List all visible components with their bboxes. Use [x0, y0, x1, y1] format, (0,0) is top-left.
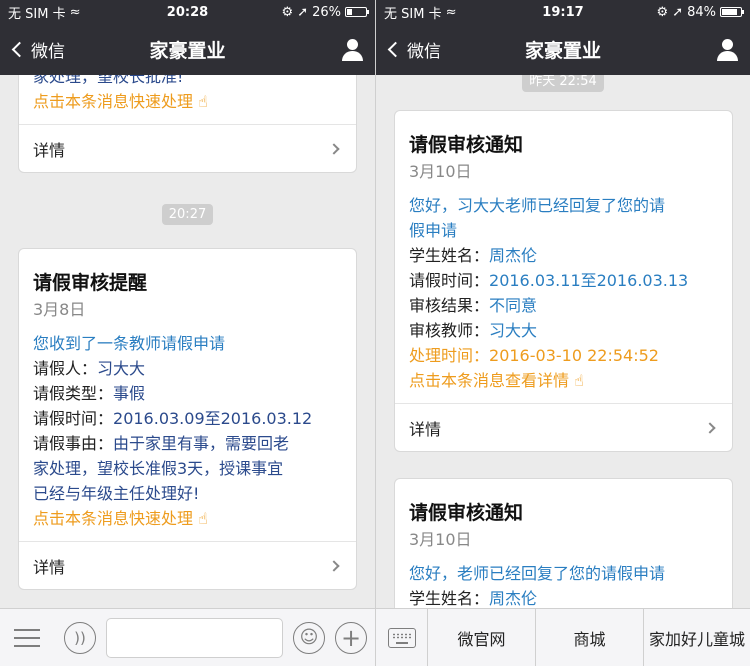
right-screen: 无 SIM 卡 ≈ 19:17 ⚙ ➚ 84% 微信 家豪置业 昨天 22:54… — [375, 0, 750, 666]
menu-item-micro-site[interactable]: 微官网 — [428, 609, 536, 666]
card-title: 请假审核通知 — [409, 134, 524, 156]
applicant-row: 请假人：习大大 — [33, 359, 146, 378]
menu-toggle-icon[interactable] — [14, 628, 40, 647]
reason-line-3: 已经与年级主任处理好! — [33, 484, 200, 503]
type-row: 请假类型：事假 — [33, 384, 146, 403]
chevron-right-icon — [328, 142, 340, 155]
keyboard-toggle[interactable] — [376, 609, 428, 666]
menu-item-shop[interactable]: 商城 — [536, 609, 644, 666]
reason-line-2: 家处理，望校长准假3天，授课事宜 — [33, 459, 284, 478]
location-icon: ➚ — [672, 4, 684, 20]
left-screen: 无 SIM 卡 ≈ 20:28 ⚙ ➚ 26% 微信 家豪置业 家处理，望校长批… — [0, 0, 375, 666]
nav-bar: 微信 家豪置业 — [376, 24, 750, 75]
profile-icon[interactable] — [341, 38, 365, 61]
reason-row: 请假事由：由于家里有事，需要回老 — [33, 434, 290, 453]
input-toolbar: )) ☺ + — [0, 608, 375, 666]
battery-percent: 26% — [312, 4, 341, 20]
card-intro: 您好，老师已经回复了您的请假申请 — [409, 564, 666, 583]
card-date: 3月8日 — [33, 300, 86, 319]
student-row: 学生姓名：周杰伦 — [409, 246, 538, 265]
battery-icon — [345, 7, 369, 17]
card-intro-line-2: 假申请 — [409, 221, 458, 240]
handled-row: 处理时间：2016-03-10 22:54:52 — [409, 346, 659, 365]
card-intro: 您收到了一条教师请假申请 — [33, 334, 226, 353]
chevron-right-icon — [704, 421, 716, 434]
detail-link[interactable]: 详情 — [19, 541, 356, 589]
detail-label: 详情 — [33, 140, 66, 160]
card-title: 请假审核提醒 — [33, 272, 148, 294]
detail-link[interactable]: 详情 — [395, 403, 732, 451]
time-row: 请假时间：2016.03.09至2016.03.12 — [33, 409, 313, 428]
battery-level — [722, 9, 738, 15]
result-row: 审核结果：不同意 — [409, 296, 538, 315]
card-action-text: 点击本条消息查看详情 ☝ — [409, 371, 584, 390]
back-label: 微信 — [407, 42, 441, 62]
voice-icon[interactable]: )) — [64, 621, 96, 654]
status-bar: 无 SIM 卡 ≈ 20:28 ⚙ ➚ 26% — [0, 0, 375, 24]
pointing-hand-icon: ☝ — [198, 509, 208, 528]
detail-label: 详情 — [33, 557, 66, 577]
keyboard-icon — [387, 627, 416, 648]
nav-bar: 微信 家豪置业 — [0, 24, 375, 75]
card-title: 请假审核通知 — [409, 502, 524, 524]
header: 无 SIM 卡 ≈ 20:28 ⚙ ➚ 26% 微信 家豪置业 — [0, 0, 375, 75]
rotation-lock-icon: ⚙ — [656, 4, 669, 20]
rotation-lock-icon: ⚙ — [281, 4, 294, 20]
card-intro-line-1: 您好，习大大老师已经回复了您的请 — [409, 196, 666, 215]
card-action-text: 点击本条消息快速处理 ☝ — [33, 509, 208, 528]
back-label: 微信 — [31, 42, 65, 62]
wifi-icon: ≈ — [445, 4, 457, 20]
battery-level — [347, 9, 352, 15]
battery-icon — [720, 7, 744, 17]
menu-item-kids-city[interactable]: 家加好儿童城 — [644, 609, 750, 666]
plus-icon[interactable]: + — [335, 621, 367, 654]
emoji-icon[interactable]: ☺ — [293, 621, 325, 654]
message-timestamp: 20:27 — [0, 203, 375, 225]
carrier-label: 无 SIM 卡 — [8, 6, 66, 22]
message-card[interactable]: 请假审核通知 3月10日 您好，习大大老师已经回复了您的请 假申请 学生姓名：周… — [394, 110, 733, 452]
card-date: 3月10日 — [409, 530, 472, 549]
card-action-text: 点击本条消息快速处理 ☝ — [33, 92, 208, 111]
menu-toolbar: 微官网 商城 家加好儿童城 — [376, 608, 750, 666]
card-date: 3月10日 — [409, 162, 472, 181]
wifi-icon: ≈ — [69, 4, 81, 20]
header: 无 SIM 卡 ≈ 19:17 ⚙ ➚ 84% 微信 家豪置业 — [376, 0, 750, 75]
back-button[interactable]: 微信 — [386, 37, 441, 62]
chevron-left-icon — [387, 41, 404, 58]
time-row: 请假时间：2016.03.11至2016.03.13 — [409, 271, 689, 290]
detail-label: 详情 — [409, 419, 442, 439]
teacher-row: 审核教师：习大大 — [409, 321, 538, 340]
back-button[interactable]: 微信 — [10, 37, 65, 62]
location-icon: ➚ — [297, 4, 309, 20]
chevron-right-icon — [328, 559, 340, 572]
carrier-label: 无 SIM 卡 — [384, 6, 442, 22]
chevron-left-icon — [11, 41, 28, 58]
message-input[interactable] — [106, 617, 283, 658]
pointing-hand-icon: ☝ — [574, 371, 584, 390]
message-card[interactable]: 请假审核提醒 3月8日 您收到了一条教师请假申请 请假人：习大大 请假类型：事假… — [18, 248, 357, 590]
battery-percent: 84% — [687, 4, 716, 20]
pointing-hand-icon: ☝ — [198, 92, 208, 111]
detail-link[interactable]: 详情 — [19, 124, 356, 172]
profile-icon[interactable] — [716, 38, 740, 61]
status-bar: 无 SIM 卡 ≈ 19:17 ⚙ ➚ 84% — [376, 0, 750, 24]
